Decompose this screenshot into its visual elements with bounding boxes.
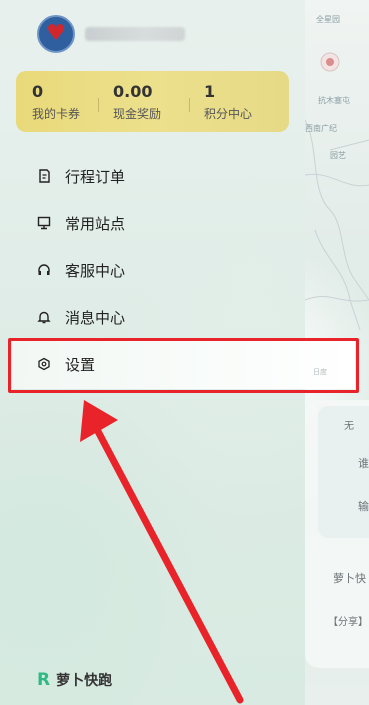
document-icon <box>37 169 51 183</box>
map-label: 西南广纪 <box>305 124 337 133</box>
stat-label: 积分中心 <box>204 106 253 121</box>
panel-text: 谁 <box>358 457 369 470</box>
brand-name: 萝卜快跑 <box>56 673 113 689</box>
monitor-icon <box>37 216 51 230</box>
panel-text: 萝卜快 <box>333 572 366 585</box>
avatar[interactable]: ♥ <box>37 15 75 53</box>
settings-highlight-box <box>8 338 359 393</box>
stat-points[interactable]: 1 积分中心 <box>189 82 289 122</box>
stat-value: 0 <box>32 81 44 101</box>
menu-item-saved-stations[interactable]: 常用站点 <box>37 200 125 246</box>
stat-cash-reward[interactable]: 0.00 现金奖励 <box>98 82 189 122</box>
stat-label: 现金奖励 <box>113 106 162 121</box>
panel-text: 【分享】 <box>328 617 368 628</box>
headset-icon <box>37 263 51 277</box>
user-header[interactable]: ♥ <box>37 15 185 53</box>
username-redacted <box>85 27 185 41</box>
map-label: 全星园 <box>316 15 340 24</box>
brand-logo-icon: R <box>37 670 51 690</box>
map-label: 抗木塞屯 <box>318 96 350 105</box>
stats-card: 0 我的卡券 0.00 现金奖励 1 积分中心 <box>16 71 289 132</box>
bell-icon <box>37 310 51 324</box>
brand-footer: R 萝卜快跑 <box>37 670 112 690</box>
menu-item-label: 消息中心 <box>65 308 126 327</box>
menu-item-label: 常用站点 <box>65 214 126 233</box>
stat-value: 0.00 <box>113 81 153 101</box>
stat-value: 1 <box>204 81 216 101</box>
menu-item-label: 客服中心 <box>65 261 126 280</box>
stat-label: 我的卡券 <box>32 106 81 121</box>
menu-item-customer-service[interactable]: 客服中心 <box>37 247 125 293</box>
panel-text: 输 <box>358 500 369 513</box>
stat-coupons[interactable]: 0 我的卡券 <box>16 82 98 122</box>
menu-item-label: 行程订单 <box>65 167 126 186</box>
panel-text: 无 <box>344 421 354 432</box>
menu-item-messages[interactable]: 消息中心 <box>37 294 125 340</box>
map-label: 园艺 <box>330 151 346 160</box>
menu-item-trip-orders[interactable]: 行程订单 <box>37 153 125 199</box>
